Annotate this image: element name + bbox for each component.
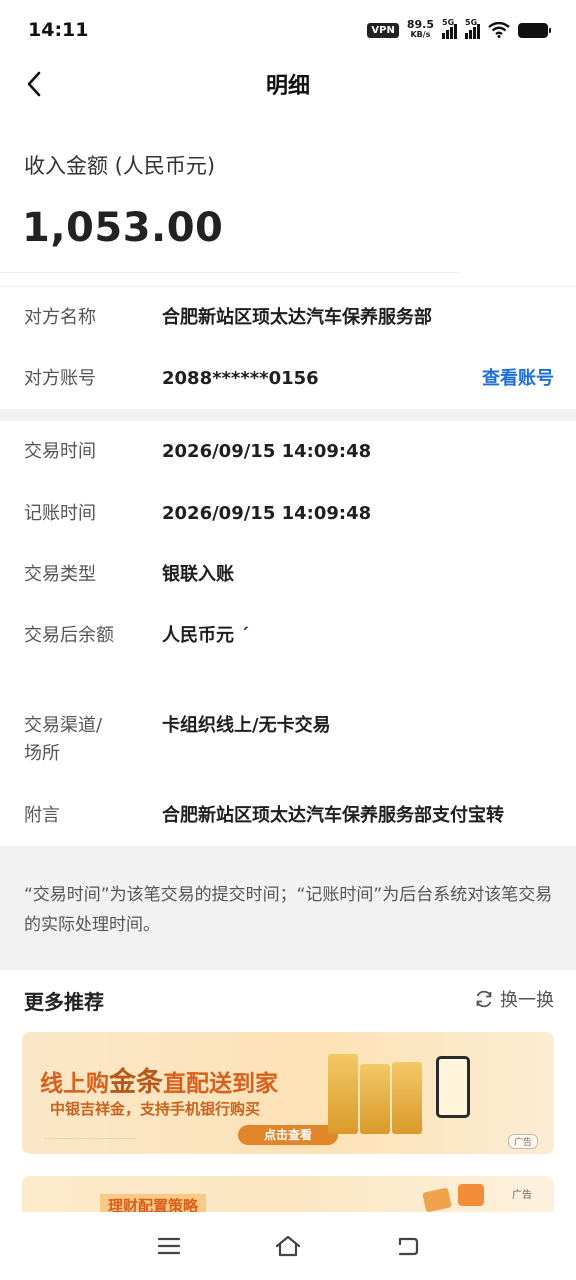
row-label: 交易类型 xyxy=(24,564,96,585)
ad-headline-prefix: 线上购 xyxy=(40,1071,109,1097)
status-time: 14:11 xyxy=(28,19,89,41)
row-value: 合肥新站区顼太达汽车保养服务部 xyxy=(162,307,432,328)
divider xyxy=(0,272,460,273)
time-explanation-note: “交易时间”为该笔交易的提交时间；“记账时间”为后台系统对该笔交易的实际处理时间… xyxy=(0,846,576,970)
signal-icon-sim2: 5G xyxy=(465,18,480,39)
ad-subline: 中银吉祥金，支持手机银行购买 xyxy=(50,1100,261,1118)
row-label: 交易渠道/场所 xyxy=(24,715,103,764)
return-icon xyxy=(398,1237,418,1256)
network-speed-unit: KB/s xyxy=(410,30,431,39)
back-nav-button[interactable] xyxy=(387,1226,427,1266)
chevron-left-icon xyxy=(27,71,41,97)
ad-headline: 线上购金条直配送到家 xyxy=(40,1060,278,1099)
amount-value: 1,053.00 xyxy=(22,205,224,251)
recommend-title: 更多推荐 xyxy=(24,990,104,1014)
ad-tag: 广告 xyxy=(512,1190,532,1201)
gold-bar-image xyxy=(360,1064,390,1134)
sim1-label: 5G xyxy=(442,18,455,27)
status-indicators: VPN 89.5 KB/s 5G 5G xyxy=(367,18,551,40)
refresh-label: 换一换 xyxy=(500,990,554,1011)
sim2-label: 5G xyxy=(465,18,478,27)
transaction-detail-screen: 14:11 VPN 89.5 KB/s 5G 5G 明细 收入金额 (人民币元)… xyxy=(0,0,576,1280)
page-title: 明细 xyxy=(265,74,310,99)
network-speed: 89.5 KB/s xyxy=(406,18,434,40)
phone-image xyxy=(436,1056,470,1118)
amount-label: 收入金额 (人民币元) xyxy=(24,154,216,178)
system-nav-bar xyxy=(0,1212,576,1280)
coin-image xyxy=(422,1187,452,1213)
refresh-icon xyxy=(476,990,492,1008)
row-label: 记账时间 xyxy=(24,503,96,524)
row-label: 交易后余额 xyxy=(24,625,114,646)
back-button[interactable] xyxy=(18,68,50,100)
row-value: 合肥新站区顼太达汽车保养服务部支付宝转 xyxy=(162,805,504,826)
nav-header: 明细 xyxy=(0,60,576,108)
gold-bar-image xyxy=(328,1054,358,1134)
row-value: 2088******0156 xyxy=(162,368,319,389)
view-account-link[interactable]: 查看账号 xyxy=(482,365,554,393)
home-button[interactable] xyxy=(268,1226,308,1266)
coin-image xyxy=(458,1184,484,1206)
menu-button[interactable] xyxy=(149,1226,189,1266)
row-value: 卡组织线上/无卡交易 xyxy=(162,715,331,736)
ad-tag: 广告 xyxy=(507,1134,538,1149)
refresh-button[interactable]: 换一换 xyxy=(474,986,554,1012)
row-value: 2026/09/15 14:09:48 xyxy=(162,503,372,524)
row-label: 对方名称 xyxy=(24,307,96,328)
row-value: 2026/09/15 14:09:48 xyxy=(162,441,372,462)
row-label: 交易时间 xyxy=(24,441,96,462)
row-value: 人民币元 ´ xyxy=(162,625,250,646)
vpn-badge: VPN xyxy=(367,22,399,38)
menu-icon xyxy=(158,1237,181,1255)
ad-view-button[interactable]: 点击查看 xyxy=(238,1125,338,1145)
network-speed-value: 89.5 xyxy=(406,18,434,31)
row-label: 对方账号 xyxy=(24,368,96,389)
status-bar: 14:11 VPN 89.5 KB/s 5G 5G xyxy=(0,0,576,60)
signal-icon-sim1: 5G xyxy=(442,18,457,39)
ad-headline-highlight: 金条 xyxy=(109,1067,163,1098)
section-divider xyxy=(0,409,576,421)
ad-headline-suffix: 直配送到家 xyxy=(163,1071,278,1097)
row-value: 银联入账 xyxy=(162,564,234,585)
row-label: 附言 xyxy=(24,805,60,826)
note-text: “交易时间”为该笔交易的提交时间；“记账时间”为后台系统对该笔交易的实际处理时间… xyxy=(24,885,553,935)
gold-bar-ad-banner[interactable]: 线上购金条直配送到家 中银吉祥金，支持手机银行购买 ··············… xyxy=(22,1032,554,1154)
home-icon xyxy=(275,1235,301,1257)
gold-bar-image xyxy=(392,1062,422,1134)
wifi-icon xyxy=(488,22,510,38)
battery-icon xyxy=(518,22,551,38)
divider xyxy=(0,286,576,287)
ad-fine-print: ········································… xyxy=(44,1136,136,1143)
